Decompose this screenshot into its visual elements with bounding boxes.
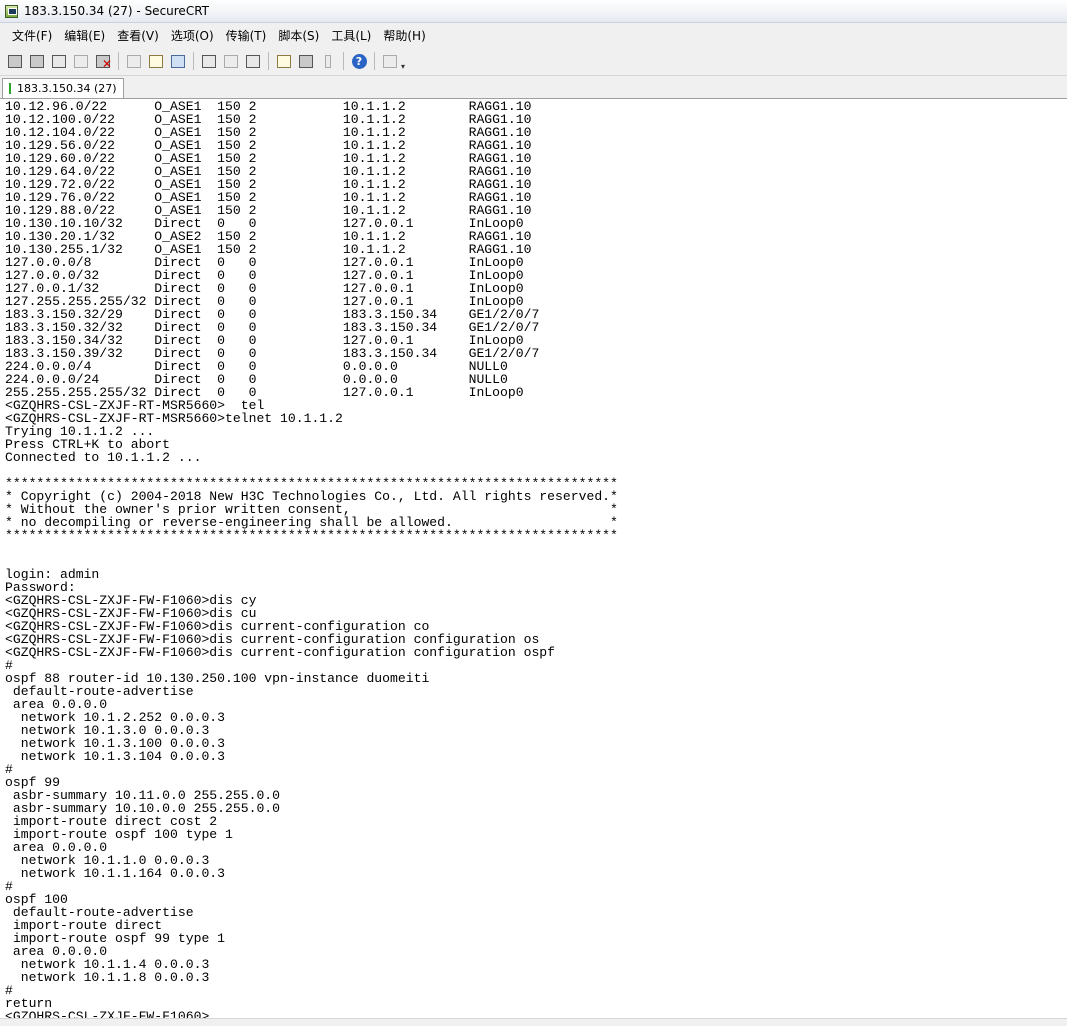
terminal-line: # — [5, 983, 13, 998]
keymap-icon[interactable] — [319, 52, 337, 70]
quick-connect-icon[interactable] — [28, 52, 46, 70]
menu-options[interactable]: 选项(O) — [171, 27, 214, 44]
terminal-screen[interactable]: 10.12.96.0/22 O_ASE1 150 2 10.1.1.2 RAGG… — [0, 100, 1067, 1018]
terminal-output: 10.12.96.0/22 O_ASE1 150 2 10.1.1.2 RAGG… — [0, 100, 1067, 1018]
title-bar: 183.3.150.34 (27) - SecureCRT — [0, 0, 1067, 23]
copy-icon[interactable] — [125, 52, 143, 70]
session-tab-label: 183.3.150.34 (27) — [17, 82, 117, 95]
terminal-line: default-route-advertise — [5, 905, 194, 920]
toolbar-separator — [118, 52, 119, 70]
terminal-line: network 10.1.1.8 0.0.0.3 — [5, 970, 210, 985]
securecrt-app-icon[interactable] — [5, 4, 18, 18]
help-icon[interactable]: ? — [350, 52, 368, 70]
disconnect-icon[interactable]: ✕ — [94, 52, 112, 71]
toolbar-separator — [343, 52, 344, 70]
terminal-line: network 10.1.1.164 0.0.0.3 — [5, 866, 226, 881]
connection-status-icon — [9, 83, 11, 94]
terminal-line: import-route ospf 100 type 1 — [5, 827, 233, 842]
terminal-line: ****************************************… — [5, 528, 618, 543]
terminal-line: <GZQHRS-CSL-ZXJF-FW-F1060>dis current-co… — [5, 645, 556, 660]
window-title: 183.3.150.34 (27) - SecureCRT — [24, 4, 209, 18]
toolbar: ✕ ? ▾ — [0, 47, 1067, 76]
toolbar-separator — [193, 52, 194, 70]
terminal-line: # — [5, 879, 13, 894]
terminal-line: import-route ospf 99 type 1 — [5, 931, 226, 946]
terminal-line: login: admin — [5, 567, 100, 582]
find-icon[interactable] — [169, 52, 187, 70]
menu-file[interactable]: 文件(F) — [12, 27, 52, 44]
toolbar-separator — [374, 52, 375, 70]
print-icon[interactable] — [200, 52, 218, 70]
terminal-line: # — [5, 762, 13, 777]
paste-icon[interactable] — [147, 52, 165, 70]
print-setup-icon[interactable] — [222, 52, 240, 70]
connect-in-tab-icon[interactable] — [50, 52, 68, 70]
terminal-line: Connected to 10.1.1.2 ... — [5, 450, 202, 465]
toolbar-overflow-chevron-icon[interactable]: ▾ — [401, 62, 405, 71]
session-tab-bar: 183.3.150.34 (27) — [0, 76, 1067, 99]
terminal-line: default-route-advertise — [5, 684, 194, 699]
menu-edit[interactable]: 编辑(E) — [64, 27, 105, 44]
reconnect-icon[interactable] — [72, 52, 90, 70]
session-tab[interactable]: 183.3.150.34 (27) — [2, 78, 124, 98]
session-options-icon[interactable] — [275, 52, 293, 70]
terminal-line: network 10.1.3.104 0.0.0.3 — [5, 749, 226, 764]
sftp-icon[interactable] — [381, 52, 399, 70]
print-selection-icon[interactable] — [244, 52, 262, 70]
terminal-line: <GZQHRS-CSL-ZXJF-FW-F1060> — [5, 1009, 210, 1018]
menu-bar: 文件(F) 编辑(E) 查看(V) 选项(O) 传输(T) 脚本(S) 工具(L… — [0, 23, 1067, 47]
menu-script[interactable]: 脚本(S) — [278, 27, 319, 44]
terminal-line: <GZQHRS-CSL-ZXJF-RT-MSR5660>telnet 10.1.… — [5, 411, 343, 426]
menu-view[interactable]: 查看(V) — [117, 27, 159, 44]
menu-tools[interactable]: 工具(L) — [331, 27, 371, 44]
menu-transfer[interactable]: 传输(T) — [226, 27, 267, 44]
toolbar-separator — [268, 52, 269, 70]
connect-icon[interactable] — [6, 52, 24, 70]
global-options-icon[interactable] — [297, 52, 315, 70]
menu-help[interactable]: 帮助(H) — [383, 27, 425, 44]
